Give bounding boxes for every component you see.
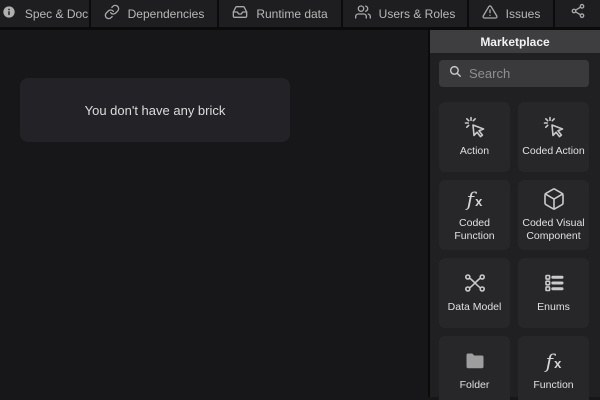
tile-coded-visual-component[interactable]: Coded Visual Component [518,180,589,250]
users-icon [354,4,371,23]
marketplace-panel: Marketplace Action [428,30,600,400]
marketplace-header: Marketplace [430,30,600,53]
tab-dependencies[interactable]: Dependencies [91,0,219,27]
tile-label: Action [459,145,490,158]
empty-state-message: You don't have any brick [84,102,226,118]
tab-label: Runtime data [256,6,328,21]
cursor-click-icon [542,115,566,139]
tile-label: Function [533,379,574,392]
tile-label: Enums [537,301,570,314]
inbox-icon [232,4,248,23]
panel-title: Marketplace [480,34,550,49]
canvas-area: You don't have any brick [0,30,428,397]
tile-coded-action[interactable]: Coded Action [518,102,589,172]
brick-grid: Action Coded Action fx Coded Function Co… [439,102,589,400]
tab-label: Issues [505,6,541,21]
search-input[interactable] [469,66,580,81]
tab-label: Dependencies [127,6,205,21]
app-window: Spec & Doc Dependencies Runtime data Use… [0,0,600,400]
tab-spec-and-doc[interactable]: Spec & Doc [0,0,91,27]
tile-label: Coded Action [522,145,585,158]
folder-icon [463,349,487,373]
list-items-icon [542,271,566,295]
tile-label: Folder [459,379,490,392]
tile-data-model[interactable]: Data Model [439,258,510,328]
tile-label: Coded Visual Component [522,216,585,242]
tile-enums[interactable]: Enums [518,258,589,328]
cursor-click-icon [463,115,487,139]
search-box[interactable] [439,60,589,87]
link-icon [104,4,120,23]
tab-users-and-roles[interactable]: Users & Roles [343,0,469,27]
tile-function[interactable]: fx Function [518,336,589,400]
tile-label: Coded Function [454,216,495,242]
tab-label: Spec & Doc [24,6,89,21]
tab-runtime-data[interactable]: Runtime data [219,0,343,27]
tile-coded-function[interactable]: fx Coded Function [439,180,510,250]
tile-label: Data Model [447,301,502,314]
search-icon [448,64,462,83]
tile-folder[interactable]: Folder [439,336,510,400]
tab-issues[interactable]: Issues [469,0,555,27]
tile-action[interactable]: Action [439,102,510,172]
top-navigation: Spec & Doc Dependencies Runtime data Use… [0,0,600,30]
cube-icon [542,187,566,211]
info-icon [1,4,17,23]
graph-nodes-icon [463,271,487,295]
warning-icon [482,4,498,23]
fx-icon: fx [466,186,483,211]
tab-label: Users & Roles [378,6,456,21]
fx-icon: fx [545,349,562,374]
share-icon [570,3,586,24]
empty-state-card: You don't have any brick [20,78,290,142]
share-button[interactable] [555,0,600,27]
